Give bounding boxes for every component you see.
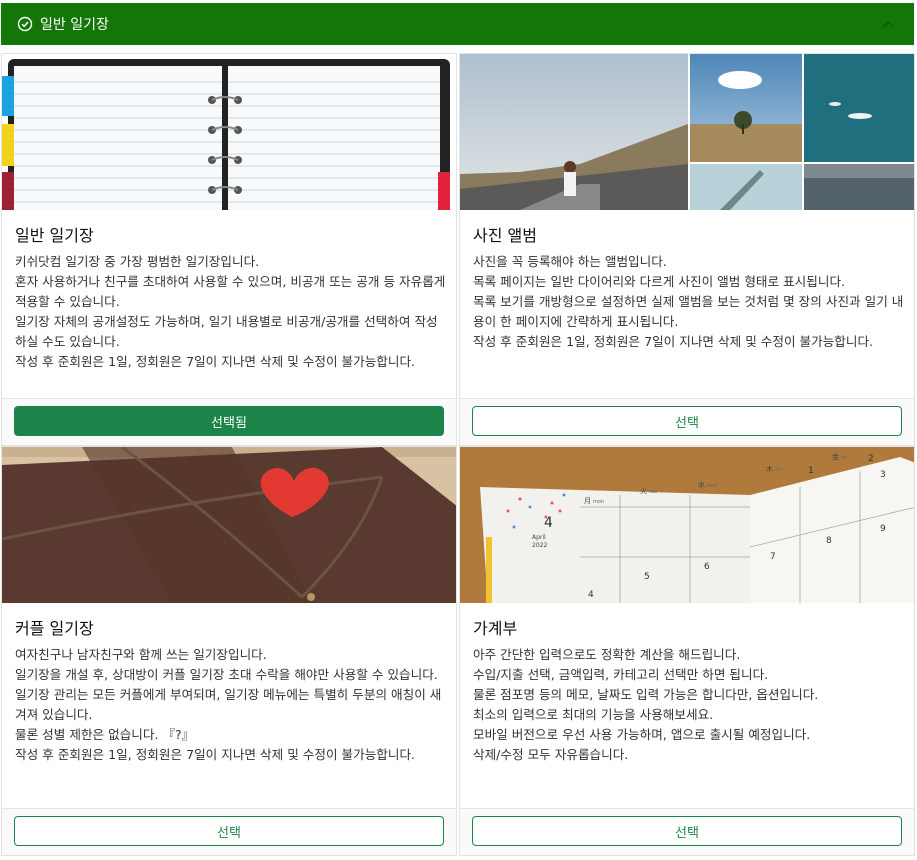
notebook-image xyxy=(2,54,456,210)
description-line: 일기장 자체의 공개설정도 가능하며, 일기 내용별로 비공개/공개를 선택하여… xyxy=(15,314,438,349)
calendar-day: 4 xyxy=(588,590,594,600)
diary-card-photo-album: 사진 앨범 사진을 꼭 등록해야 하는 앨범입니다. 목록 페이지는 일반 다이… xyxy=(459,53,915,446)
card-footer: 선택됨 xyxy=(2,398,456,445)
diary-card-couple: 커플 일기장 여자친구나 남자친구와 함께 쓰는 일기장입니다. 일기장을 개설… xyxy=(1,446,457,856)
weekday-abbr: fri xyxy=(841,455,846,461)
card-title: 일반 일기장 xyxy=(15,226,94,245)
description-line: 최소의 입력으로 최대의 기능을 사용해보세요. xyxy=(473,707,714,722)
card-body: 가계부 아주 간단한 입력으로도 정확한 계산을 해드립니다. 수입/지출 선택… xyxy=(473,615,904,765)
description-line: 혼자 사용하거나 친구를 초대하여 사용할 수 있으며, 비공개 또는 공개 등… xyxy=(15,274,446,309)
description-line: 작성 후 준회원은 1일, 정회원은 7일이 지나면 삭제 및 수정이 불가능합… xyxy=(15,747,416,762)
description-line: 작성 후 준회원은 1일, 정회원은 7일이 지나면 삭제 및 수정이 불가능합… xyxy=(15,354,416,369)
calendar-day: 1 xyxy=(808,466,814,476)
description-line: 여자친구나 남자친구와 함께 쓰는 일기장입니다. xyxy=(15,647,267,662)
weekday-label: 金 xyxy=(832,452,839,461)
calendar-day: 8 xyxy=(826,536,832,546)
weekday-abbr: mon xyxy=(593,499,604,505)
planner-month-label: April xyxy=(532,534,546,541)
diary-card-general: 일반 일기장 키쉬닷컴 일기장 중 가장 평범한 일기장입니다. 혼자 사용하거… xyxy=(1,53,457,446)
description-line: 사진을 꼭 등록해야 하는 앨범입니다. xyxy=(473,254,667,269)
description-line: 수입/지출 선택, 금액입력, 카테고리 선택만 하면 됩니다. xyxy=(473,667,769,682)
calendar-day: 7 xyxy=(770,552,776,562)
description-line: 목록 페이지는 일반 다이어리와 다르게 사진이 앨범 형태로 표시됩니다. xyxy=(473,274,846,289)
card-description: 여자친구나 남자친구와 함께 쓰는 일기장입니다. 일기장을 개설 후, 상대방… xyxy=(15,645,446,765)
planner-image: 4 April 2022 月 mon 火 tue 水 wed 木 thu 金 f… xyxy=(460,447,914,603)
leather-notebook-heart-image xyxy=(2,447,456,603)
card-description: 키쉬닷컴 일기장 중 가장 평범한 일기장입니다. 혼자 사용하거나 친구를 초… xyxy=(15,252,446,372)
calendar-day: 5 xyxy=(644,572,650,582)
photo-collage-image xyxy=(460,54,914,210)
weekday-abbr: tue xyxy=(649,489,657,495)
selected-button[interactable]: 선택됨 xyxy=(14,406,444,436)
weekday-abbr: thu xyxy=(775,467,783,473)
panel-header[interactable]: 일반 일기장 xyxy=(1,3,914,45)
description-line: 키쉬닷컴 일기장 중 가장 평범한 일기장입니다. xyxy=(15,254,260,269)
card-footer: 선택 xyxy=(2,808,456,855)
calendar-day: 9 xyxy=(880,524,886,534)
calendar-day: 6 xyxy=(704,562,710,572)
select-button[interactable]: 선택 xyxy=(14,816,444,846)
weekday-label: 火 xyxy=(640,487,647,495)
description-line: 삭제/수정 모두 자유롭습니다. xyxy=(473,747,629,762)
card-footer: 선택 xyxy=(460,398,914,445)
weekday-label: 月 xyxy=(584,497,591,505)
description-line: 아주 간단한 입력으로도 정확한 계산을 해드립니다. xyxy=(473,647,741,662)
card-footer: 선택 xyxy=(460,808,914,855)
description-line: 목록 보기를 개방형으로 설정하면 실제 앨범을 보는 것처럼 몇 장의 사진과… xyxy=(473,294,904,329)
diary-type-grid: 일반 일기장 키쉬닷컴 일기장 중 가장 평범한 일기장입니다. 혼자 사용하거… xyxy=(1,53,915,860)
select-button[interactable]: 선택 xyxy=(472,816,902,846)
planner-year-label: 2022 xyxy=(532,542,547,549)
card-description: 사진을 꼭 등록해야 하는 앨범입니다. 목록 페이지는 일반 다이어리와 다르… xyxy=(473,252,904,352)
calendar-day: 2 xyxy=(868,454,874,464)
calendar-day: 3 xyxy=(880,470,886,480)
weekday-abbr: wed xyxy=(707,483,717,489)
card-description: 아주 간단한 입력으로도 정확한 계산을 해드립니다. 수입/지출 선택, 금액… xyxy=(473,645,904,765)
card-title: 사진 앨범 xyxy=(473,226,537,245)
chevron-up-icon[interactable] xyxy=(880,16,896,32)
description-line: 일기장 관리는 모든 커플에게 부여되며, 일기장 메뉴에는 특별히 두분의 애… xyxy=(15,687,442,722)
diary-card-account-book: 4 April 2022 月 mon 火 tue 水 wed 木 thu 金 f… xyxy=(459,446,915,856)
description-line: 물론 점포명 등의 메모, 날짜도 입력 가능은 합니다만, 옵션입니다. xyxy=(473,687,819,702)
weekday-label: 木 xyxy=(766,464,773,473)
card-title: 가계부 xyxy=(473,619,518,638)
card-title: 커플 일기장 xyxy=(15,619,94,638)
description-line: 작성 후 준회원은 1일, 정회원은 7일이 지나면 삭제 및 수정이 불가능합… xyxy=(473,334,874,349)
card-body: 일반 일기장 키쉬닷컴 일기장 중 가장 평범한 일기장입니다. 혼자 사용하거… xyxy=(15,222,446,372)
check-circle-icon xyxy=(17,16,33,32)
weekday-label: 水 xyxy=(698,480,705,489)
panel-title: 일반 일기장 xyxy=(40,17,109,33)
card-body: 사진 앨범 사진을 꼭 등록해야 하는 앨범입니다. 목록 페이지는 일반 다이… xyxy=(473,222,904,352)
description-line: 모바일 버전으로 우선 사용 가능하며, 앱으로 출시될 예정입니다. xyxy=(473,727,811,742)
description-line: 물론 성별 제한은 없습니다. 『?』 xyxy=(15,727,195,742)
select-button[interactable]: 선택 xyxy=(472,406,902,436)
diary-type-panel: 일반 일기장 일반 일기장 키쉬닷컴 일기장 중 가장 평범한 일기장입니다. … xyxy=(0,0,917,860)
description-line: 일기장을 개설 후, 상대방이 커플 일기장 초대 수락을 해야만 사용할 수 … xyxy=(15,667,438,682)
card-body: 커플 일기장 여자친구나 남자친구와 함께 쓰는 일기장입니다. 일기장을 개설… xyxy=(15,615,446,765)
